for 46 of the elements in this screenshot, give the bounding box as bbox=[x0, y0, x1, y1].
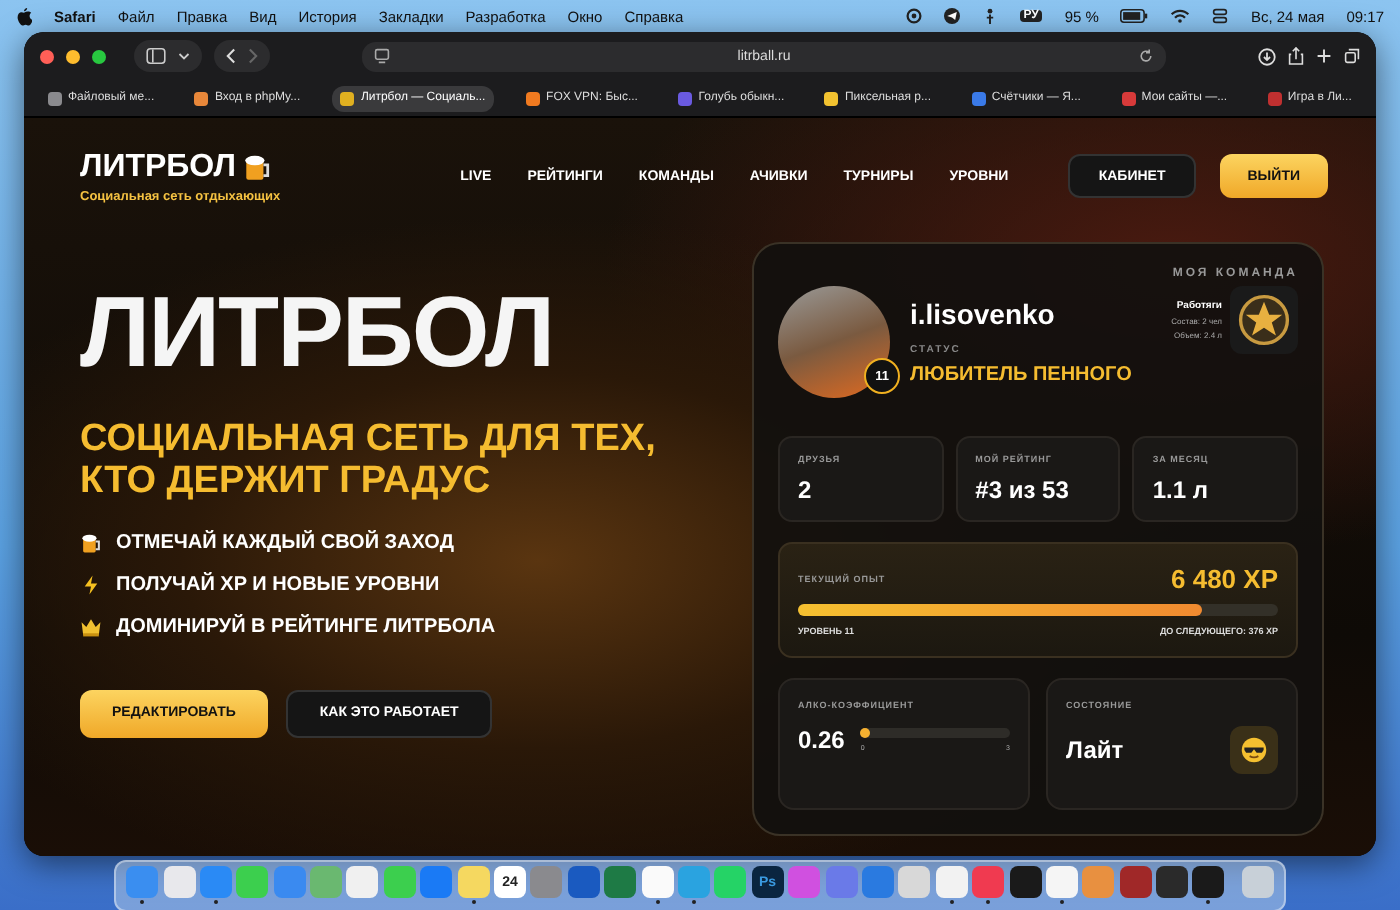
feature-text: ДОМИНИРУЙ В РЕЙТИНГЕ ЛИТРБОЛА bbox=[116, 615, 496, 638]
sidebar-icon bbox=[146, 48, 166, 64]
wifi-icon bbox=[1170, 8, 1191, 24]
stat-value: 2 bbox=[798, 476, 814, 504]
app-icon[interactable] bbox=[1192, 866, 1225, 898]
tab-overview-icon[interactable] bbox=[1344, 48, 1360, 64]
new-tab-icon[interactable] bbox=[1316, 48, 1332, 64]
telegram-icon bbox=[943, 8, 960, 24]
control-center-icon bbox=[1212, 8, 1229, 24]
app-icon[interactable] bbox=[641, 866, 674, 898]
app-icon[interactable] bbox=[1156, 866, 1189, 898]
circle-status-icon bbox=[905, 8, 922, 24]
team-emblem[interactable] bbox=[1230, 286, 1298, 354]
beer-mug-icon bbox=[80, 531, 102, 554]
stat-value: #3 из 53 bbox=[975, 476, 1071, 504]
experience-value: 6 480 XP bbox=[1171, 564, 1278, 594]
alco-value: 0.26 bbox=[798, 726, 845, 754]
beer-mug-icon bbox=[241, 152, 272, 182]
state-value: Лайт bbox=[1066, 736, 1124, 764]
reload-icon bbox=[1137, 48, 1154, 64]
battery-icon bbox=[1120, 8, 1149, 24]
page-menu-icon bbox=[374, 48, 390, 64]
chevron-down-icon bbox=[178, 51, 190, 61]
status-value: ЛЮБИТЕЛЬ ПЕННОГО bbox=[910, 364, 1134, 386]
hero-tagline: КТО ДЕРЖИТ ГРАДУС bbox=[80, 460, 493, 504]
feature-text: ОТМЕЧАЙ КАЖДЫЙ СВОЙ ЗАХОД bbox=[116, 531, 454, 554]
figure-icon bbox=[981, 8, 998, 24]
zoom-button[interactable] bbox=[92, 49, 106, 63]
app-icon[interactable] bbox=[1119, 866, 1152, 898]
sunglasses-face-icon bbox=[1240, 736, 1268, 764]
hero-title: ЛИТРБОЛ bbox=[80, 282, 556, 382]
minimize-button[interactable] bbox=[66, 49, 80, 63]
lightning-icon bbox=[80, 573, 102, 596]
apple-icon bbox=[16, 6, 32, 26]
share-icon[interactable] bbox=[1288, 46, 1304, 66]
download-icon[interactable] bbox=[1258, 47, 1276, 65]
stat-value: 1.1 л bbox=[1152, 476, 1210, 504]
close-button[interactable] bbox=[40, 49, 54, 63]
sidebar-toggle-button[interactable] bbox=[134, 40, 202, 72]
hero-tagline: СОЦИАЛЬНАЯ СЕТЬ ДЛЯ ТЕХ, bbox=[80, 418, 658, 461]
crown-icon bbox=[80, 615, 102, 638]
logo-text[interactable]: ЛИТРБОЛ bbox=[80, 149, 236, 185]
app-icon[interactable] bbox=[1009, 866, 1042, 898]
feature-text: ПОЛУЧАЙ XP И НОВЫЕ УРОВНИ bbox=[116, 573, 440, 596]
star-emblem-icon bbox=[1238, 294, 1290, 346]
username: i.lisovenko bbox=[910, 298, 1057, 330]
